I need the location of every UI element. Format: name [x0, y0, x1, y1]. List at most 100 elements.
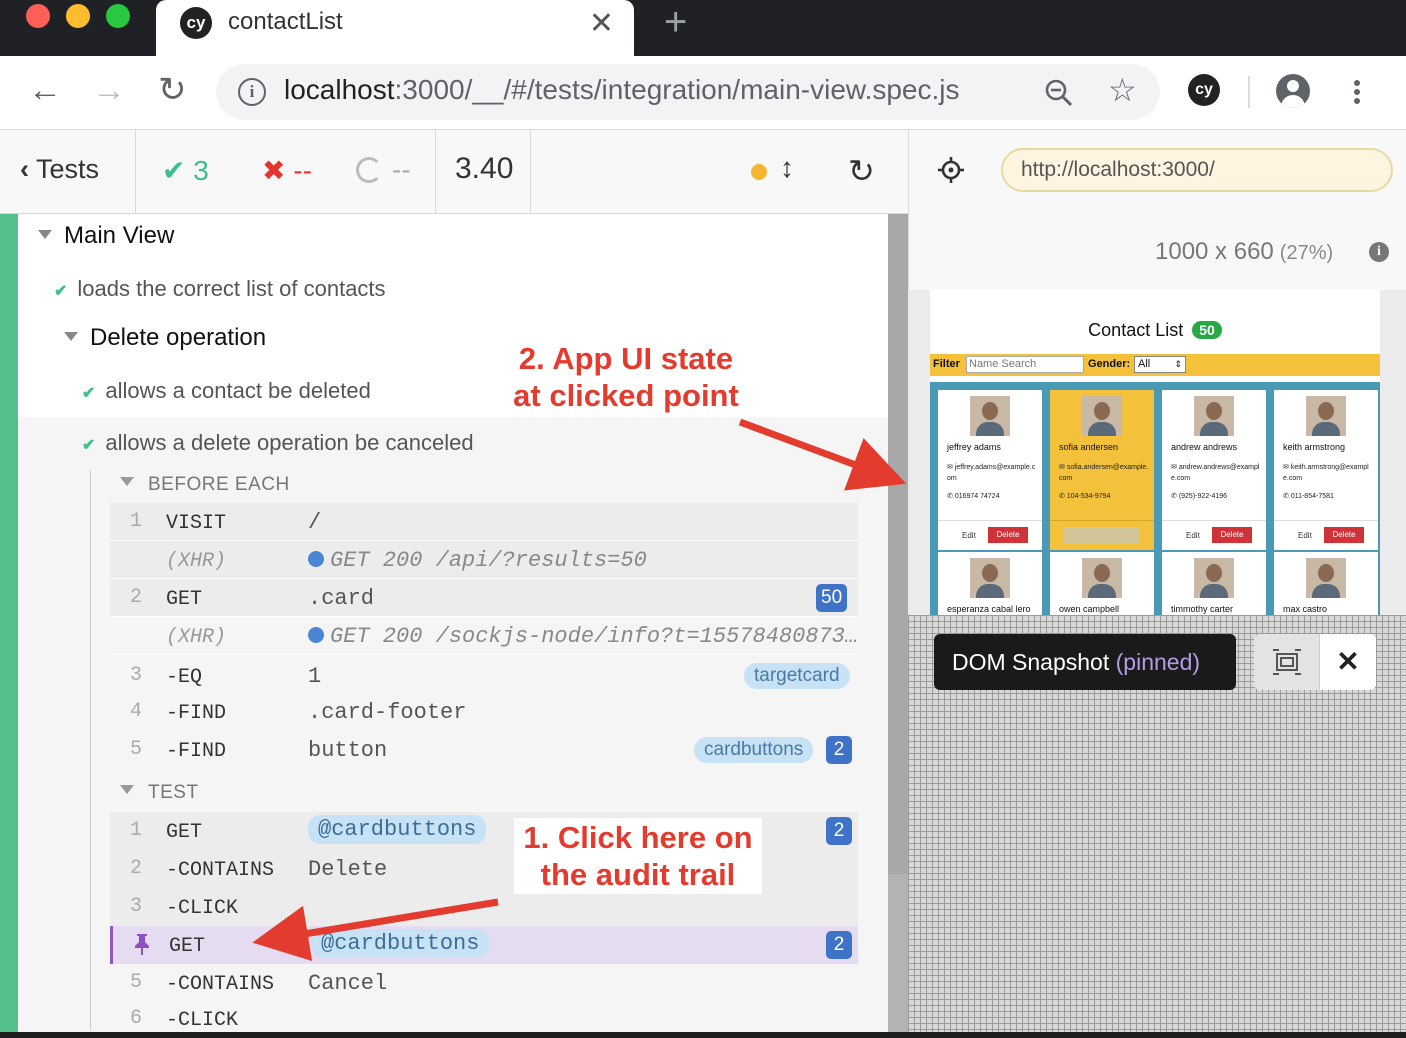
hook-test[interactable]: TEST	[120, 782, 199, 804]
delete-button[interactable]: Delete	[988, 527, 1028, 543]
pending-count: --	[356, 154, 411, 186]
address-bar[interactable]: i localhost:3000/__/#/tests/integration/…	[216, 64, 1160, 120]
hook-before-each[interactable]: BEFORE EACH	[120, 474, 290, 496]
contact-count-badge: 50	[1192, 321, 1222, 339]
browser-menu-icon[interactable]	[1354, 80, 1360, 104]
suite-main-view[interactable]: Main View	[38, 222, 174, 250]
command-name: -CONTAINS	[166, 973, 275, 996]
contact-card[interactable]: andrew andrews ✉ andrew.andrews@example.…	[1162, 390, 1266, 550]
edit-button[interactable]: Edit	[1186, 531, 1200, 540]
command-row[interactable]: 2 GET .card 50	[110, 579, 858, 617]
browser-tab-active[interactable]: cy contactList ✕	[156, 0, 634, 56]
passed-value: 3	[193, 155, 209, 186]
contact-card-highlighted[interactable]: sofia andersen ✉ sofia.andersen@example.…	[1050, 390, 1154, 550]
command-message: .card-footer	[308, 700, 467, 725]
gender-select[interactable]: All ⇕	[1134, 356, 1186, 373]
command-number: 6	[130, 1007, 143, 1030]
contact-name: keith armstrong	[1283, 442, 1346, 452]
aut-iframe: Contact List 50 Filter Name Search Gende…	[908, 290, 1406, 615]
window-zoom-button[interactable]	[106, 4, 130, 28]
contact-list-app: Contact List 50 Filter Name Search Gende…	[930, 290, 1380, 615]
viewport-info-icon[interactable]: i	[1369, 242, 1389, 262]
name-search-input[interactable]: Name Search	[966, 356, 1084, 373]
hook-indent-line	[90, 470, 91, 1030]
bookmark-star-icon[interactable]: ☆	[1108, 72, 1137, 108]
tab-close-icon[interactable]: ✕	[589, 6, 614, 41]
back-arrow-icon[interactable]: ←	[28, 70, 62, 110]
address-url[interactable]: localhost:3000/__/#/tests/integration/ma…	[284, 74, 960, 106]
contact-card[interactable]: jeffrey adams ✉ jeffrey.adams@example.co…	[938, 390, 1042, 550]
command-row[interactable]: 5 -CONTAINS Cancel	[110, 964, 858, 1002]
test-loads-contacts[interactable]: ✔ loads the correct list of contacts	[54, 276, 386, 302]
auto-scroll-toggle-icon[interactable]: ↕	[780, 152, 794, 184]
command-log: Main View ✔ loads the correct list of con…	[0, 214, 908, 1032]
contact-name: owen campbell	[1059, 604, 1120, 614]
edit-button[interactable]: Edit	[1298, 531, 1312, 540]
check-icon: ✔	[82, 385, 96, 402]
command-message: @cardbuttons	[308, 815, 487, 844]
command-row-pinned[interactable]: GET @cardbuttons 2	[110, 926, 858, 964]
hook-label: BEFORE EACH	[148, 474, 290, 495]
command-message: button	[308, 738, 388, 763]
window-minimize-button[interactable]	[66, 4, 90, 28]
command-message: GET 200 /api/?results=50	[308, 548, 647, 573]
edit-button[interactable]: Edit	[962, 531, 976, 540]
browser-toolbar: ← → ↻ i localhost:3000/__/#/tests/integr…	[0, 56, 1406, 130]
command-name: GET	[169, 935, 206, 958]
forward-arrow-icon[interactable]: →	[92, 70, 126, 110]
command-log-scrollbar[interactable]	[888, 214, 908, 1032]
toggle-highlights-button[interactable]	[1254, 634, 1320, 690]
suite-delete-operation[interactable]: Delete operation	[64, 324, 266, 352]
unpin-snapshot-close-icon[interactable]: ✕	[1320, 634, 1376, 690]
command-row[interactable]: 6 -CLICK	[110, 1000, 858, 1032]
contact-card[interactable]: timmothy carter	[1162, 552, 1266, 615]
delete-button[interactable]: Delete	[1324, 527, 1364, 543]
selector-playground-crosshair-icon[interactable]	[937, 156, 965, 184]
command-row[interactable]: 5 -FIND button cardbuttons 2	[110, 731, 858, 769]
command-name: (XHR)	[166, 626, 227, 649]
new-tab-button[interactable]: +	[664, 2, 687, 42]
command-name: VISIT	[166, 512, 227, 535]
contact-name: andrew andrews	[1171, 442, 1238, 452]
failed-value: --	[293, 155, 312, 186]
test-allows-delete[interactable]: ✔ allows a contact be deleted	[82, 378, 371, 404]
xhr-status-icon	[308, 627, 324, 643]
command-row[interactable]: 3 -EQ 1 targetcard	[110, 657, 858, 695]
command-number: 2	[130, 586, 143, 609]
command-row[interactable]: 1 VISIT /	[110, 503, 858, 541]
command-row-xhr[interactable]: (XHR) GET 200 /sockjs-node/info?t=155784…	[110, 617, 858, 655]
app-title: Contact List 50	[930, 320, 1380, 341]
contact-card[interactable]: max castro	[1274, 552, 1378, 615]
test-allows-cancel[interactable]: ✔ allows a delete operation be canceled	[82, 430, 474, 456]
command-message: 1	[308, 664, 322, 689]
command-row-xhr[interactable]: (XHR) GET 200 /api/?results=50	[110, 541, 858, 579]
auto-scroll-indicator	[751, 164, 767, 180]
delete-button[interactable]: Delete	[1212, 527, 1252, 543]
contact-card[interactable]: owen campbell	[1050, 552, 1154, 615]
command-number: 1	[130, 819, 143, 842]
contact-email: ✉ keith.armstrong@example.com	[1283, 464, 1369, 482]
window-close-button[interactable]	[26, 4, 50, 28]
command-message: /	[308, 510, 322, 535]
contact-photo	[1194, 396, 1234, 436]
contact-photo	[1082, 396, 1122, 436]
command-number: 5	[130, 971, 143, 994]
contact-phone: ✆ 016974 74724	[947, 493, 1000, 500]
site-info-icon[interactable]: i	[238, 78, 266, 106]
tests-back-button[interactable]: ‹ Tests	[20, 154, 99, 185]
contact-photo	[970, 396, 1010, 436]
contact-card[interactable]: keith armstrong ✉ keith.armstrong@exampl…	[1274, 390, 1378, 550]
aut-url-field[interactable]: http://localhost:3000/	[1001, 148, 1393, 192]
command-name: GET	[166, 588, 203, 611]
alias-tag: cardbuttons	[694, 737, 814, 763]
cypress-extension-icon[interactable]: cy	[1188, 74, 1220, 106]
reporter-header: ‹ Tests ✔ 3 ✖ -- -- 3.40 ↕ ↻	[0, 130, 908, 214]
profile-avatar-icon[interactable]	[1276, 74, 1310, 108]
reload-icon[interactable]: ↻	[158, 70, 187, 110]
command-row[interactable]: 4 -FIND .card-footer	[110, 693, 858, 731]
rerun-tests-button[interactable]: ↻	[848, 152, 875, 190]
chevron-left-icon: ‹	[20, 154, 29, 184]
highlighted-buttons	[1064, 527, 1140, 543]
contact-card[interactable]: esperanza cabal lero	[938, 552, 1042, 615]
zoom-out-icon[interactable]	[1044, 78, 1074, 108]
